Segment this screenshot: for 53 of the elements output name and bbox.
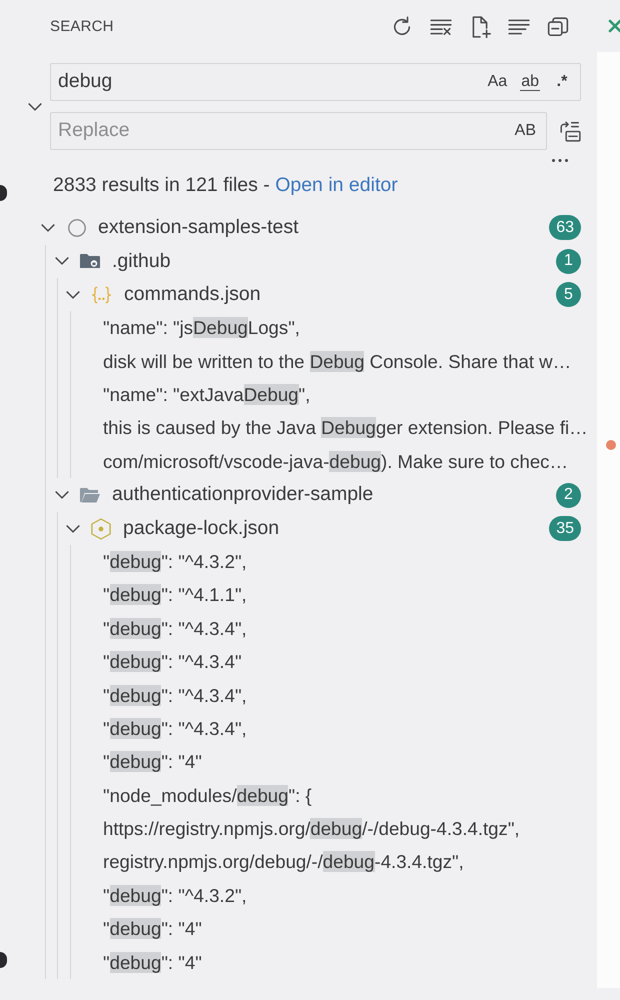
chevron-down-icon[interactable] bbox=[41, 224, 55, 232]
chevron-down-icon[interactable] bbox=[66, 290, 80, 299]
chevron-down-icon[interactable] bbox=[55, 491, 69, 500]
panel-title: SEARCH bbox=[50, 16, 114, 37]
match-line[interactable]: disk will be written to the Debug Console. Share that w… bbox=[71, 344, 597, 378]
match-line[interactable]: "node_modules/debug": { bbox=[71, 778, 597, 812]
match-line[interactable]: "debug": "4" bbox=[71, 946, 597, 980]
toggle-button[interactable]: ab bbox=[516, 69, 544, 95]
file-name[interactable]: package-lock.json bbox=[123, 514, 280, 544]
folder-icon bbox=[80, 253, 100, 270]
match-line[interactable]: this is caused by the Java Debugger extension. Please fi… bbox=[71, 412, 597, 446]
results-summary: 2833 results in 121 files - Open in editor bbox=[53, 173, 398, 198]
match-line[interactable]: "debug": "^4.3.4", bbox=[71, 678, 597, 712]
folder-name[interactable]: .github bbox=[112, 246, 171, 276]
match-line[interactable]: "debug": "4" bbox=[71, 746, 597, 779]
chevron-down-icon[interactable] bbox=[28, 102, 42, 110]
folder-name[interactable]: authenticationprovider-sample bbox=[112, 480, 374, 510]
match-line[interactable]: registry.npmjs.org/debug/-/debug-4.3.4.tgz", bbox=[71, 846, 597, 880]
match-line[interactable]: "debug": "^4.3.4", bbox=[71, 712, 597, 746]
match-count-badge: 2 bbox=[556, 482, 581, 508]
match-line[interactable]: "name": "extJavaDebug", bbox=[71, 378, 597, 412]
hexagon-icon bbox=[91, 518, 111, 540]
braces-icon bbox=[91, 286, 112, 304]
match-line[interactable]: "debug": "^4.3.2", bbox=[71, 545, 597, 579]
chevron-down-icon[interactable] bbox=[66, 524, 80, 532]
match-count-badge: 1 bbox=[556, 248, 581, 274]
match-line[interactable]: "debug": "^4.1.1", bbox=[71, 578, 597, 612]
toggle-button[interactable]: .* bbox=[549, 69, 575, 95]
replace-field[interactable]: Replace AB bbox=[50, 112, 547, 150]
folder-icon bbox=[80, 487, 100, 504]
match-line[interactable]: "name": "jsDebugLogs", bbox=[71, 311, 597, 345]
match-line[interactable]: com/microsoft/vscode-java-debug). Make sure to chec… bbox=[71, 445, 597, 478]
search-field[interactable]: debug Aa ab .* bbox=[50, 63, 581, 101]
file-name[interactable]: commands.json bbox=[124, 280, 261, 310]
match-count-badge: 35 bbox=[549, 516, 581, 541]
match-line[interactable]: https://registry.npmjs.org/debug/-/debug-4.3.4.tgz", bbox=[71, 812, 597, 846]
refresh-icon[interactable] bbox=[391, 16, 413, 38]
more-icon[interactable] bbox=[552, 158, 568, 162]
collapse-all-icon[interactable] bbox=[547, 16, 569, 38]
match-line[interactable]: "debug": "^4.3.4" bbox=[71, 645, 597, 679]
match-count-badge: 63 bbox=[549, 215, 581, 240]
workspace-name[interactable]: extension-samples-test bbox=[98, 213, 299, 243]
replace-all-icon[interactable] bbox=[559, 120, 581, 142]
toggle-button[interactable]: AB bbox=[510, 118, 540, 144]
chevron-down-icon[interactable] bbox=[55, 257, 69, 266]
open-in-editor-link[interactable]: Open in editor bbox=[275, 174, 398, 196]
match-line[interactable]: "debug": "^4.3.2", bbox=[71, 879, 597, 912]
circle-icon bbox=[68, 218, 86, 237]
match-line[interactable]: "debug": "^4.3.4", bbox=[71, 612, 597, 646]
match-count-badge: 5 bbox=[556, 282, 581, 308]
cross-icon[interactable] bbox=[608, 19, 620, 33]
toggle-button[interactable]: Aa bbox=[484, 69, 512, 95]
match-line[interactable]: "debug": "4" bbox=[71, 912, 597, 946]
